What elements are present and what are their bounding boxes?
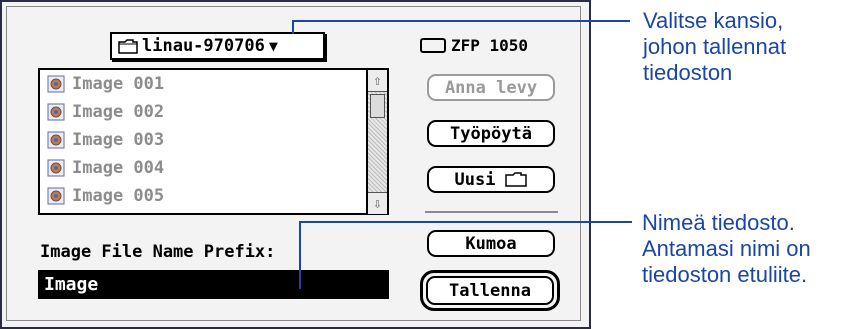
folder-callout-line: [292, 20, 630, 34]
name-annotation: Nimeä tiedosto. Antamasi nimi on tiedost…: [642, 210, 811, 288]
annotation-line: Antamasi nimi on: [642, 236, 811, 261]
name-callout-line: [299, 221, 632, 289]
annotation-line: Valitse kansio,: [643, 8, 784, 33]
folder-annotation: Valitse kansio, johon tallennat tiedosto…: [643, 8, 786, 86]
annotation-line: tiedoston: [643, 60, 733, 85]
annotation-line: tiedoston etuliite.: [642, 262, 808, 287]
annotation-line: johon tallennat: [643, 34, 787, 59]
annotation-line: Nimeä tiedosto.: [642, 210, 795, 235]
